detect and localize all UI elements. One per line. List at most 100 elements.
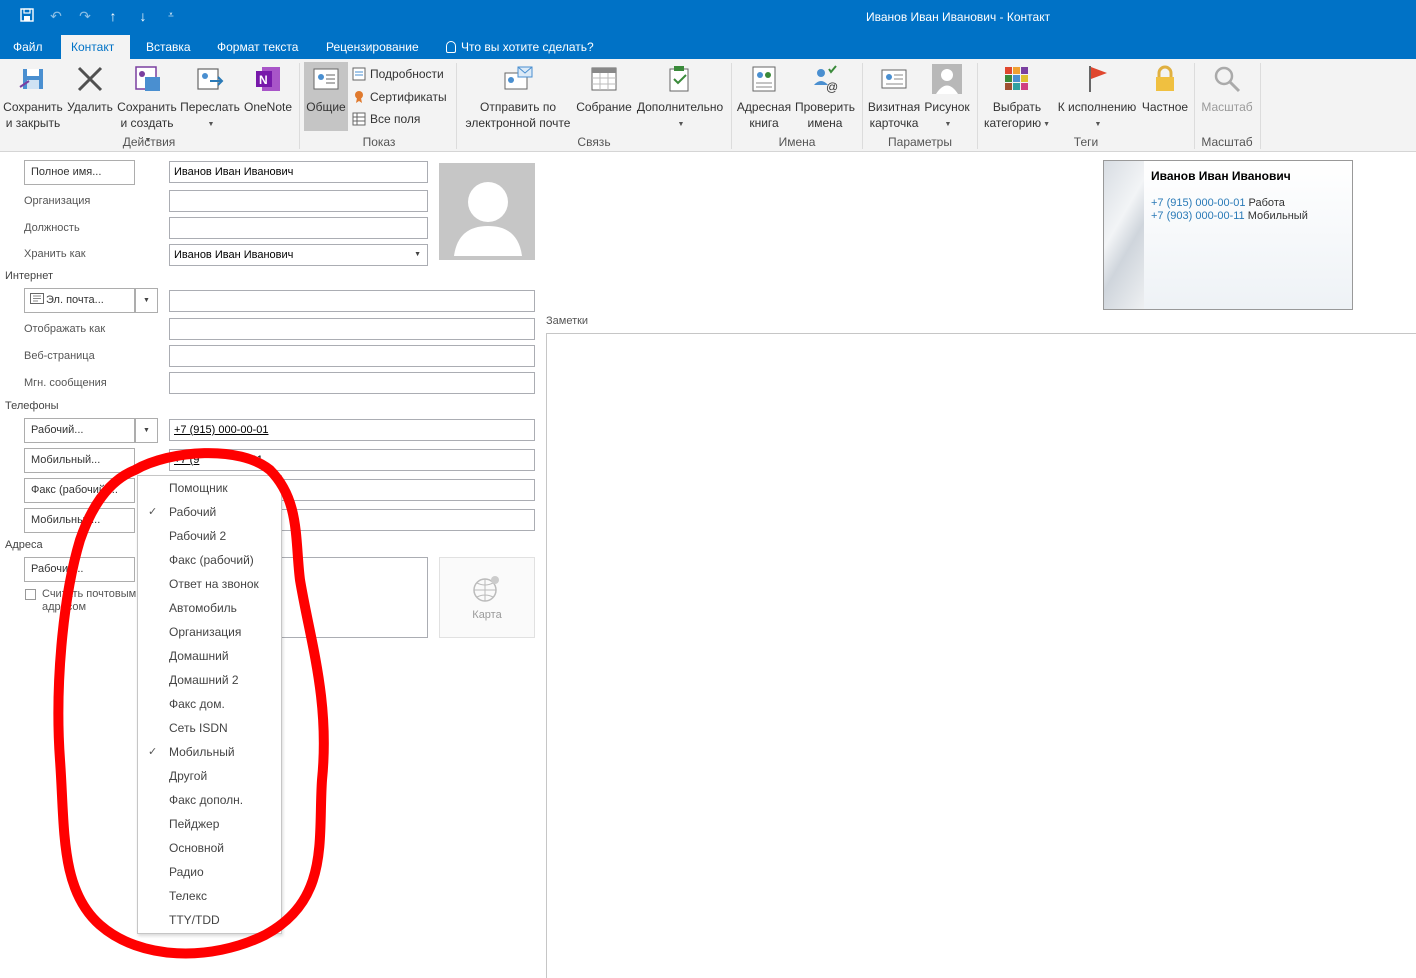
tab-format-text[interactable]: Формат текста [207,35,308,59]
private-label: Частное [1141,100,1189,114]
private-button[interactable]: Частное [1140,63,1190,115]
email-type-dropdown[interactable]: ▼ [135,288,158,313]
menu-item-tty-tdd[interactable]: TTY/TDD [138,908,281,932]
email-field[interactable] [169,290,535,312]
menu-item-business[interactable]: ✓ Рабочий [138,500,281,524]
phone1-type-dropdown[interactable]: ▼ [135,418,158,443]
file-as-select[interactable]: Иванов Иван Иванович ▼ [169,244,428,266]
follow-up-button[interactable]: К исполнению ▼ [1054,63,1140,133]
address-type-button[interactable]: Рабочий... [24,557,135,582]
details-button[interactable]: Подробности [352,64,444,84]
customize-icon[interactable]: ⩡ [162,7,180,25]
check-names-label-1: Проверить [794,100,855,114]
full-name-field[interactable]: Иванов Иван Иванович [169,161,428,183]
job-title-label: Должность [24,222,80,234]
phone1-field[interactable]: +7 (915) 000-00-01 [169,419,535,441]
globe-pin-icon [473,576,499,602]
menu-item-home[interactable]: Домашний [138,644,281,668]
menu-item-label: Факс (рабочий) [169,553,254,567]
web-page-field[interactable] [169,345,535,367]
zoom-button[interactable]: Масштаб [1198,63,1256,115]
menu-item-callback[interactable]: Ответ на звонок [138,572,281,596]
menu-item-other-fax[interactable]: Факс дополн. [138,788,281,812]
menu-item-label: Пейджер [169,817,220,831]
certificates-button[interactable]: Сертификаты [352,87,447,107]
down-arrow-icon[interactable]: ↓ [134,7,152,25]
menu-item-isdn[interactable]: Сеть ISDN [138,716,281,740]
phone1-type-button[interactable]: Рабочий... [24,418,135,443]
menu-item-mobile[interactable]: ✓ Мобильный [138,740,281,764]
chevron-down-icon: ▼ [1094,121,1102,128]
menu-item-car[interactable]: Автомобиль [138,596,281,620]
more-button[interactable]: Дополнительно ▼ [635,63,725,133]
phone3-type-button[interactable]: Факс (рабочий)... [24,478,135,503]
display-as-field[interactable] [169,318,535,340]
delete-button[interactable]: Удалить [66,63,114,115]
picture-button[interactable]: Рисунок ▼ [922,63,972,133]
general-icon [313,68,339,90]
send-email-button[interactable]: Отправить по электронной почте [462,63,574,131]
save-icon[interactable] [18,7,36,25]
title-bar: ↶ ↷ ↑ ↓ ⩡ Иванов Иван Иванович - Контакт [0,0,1416,35]
menu-item-label: Другой [169,769,208,783]
calendar-icon [591,67,617,91]
chevron-down-icon: ▼ [143,297,150,304]
tab-contact[interactable]: Контакт [61,35,130,59]
menu-item-radio[interactable]: Радио [138,860,281,884]
categorize-button[interactable]: Выбрать категорию ▼ [982,63,1052,133]
phones-section: Телефоны [5,400,59,412]
email-type-button[interactable]: Эл. почта... [24,288,135,313]
menu-item-company[interactable]: Организация [138,620,281,644]
undo-icon[interactable]: ↶ [47,7,65,25]
menu-item-telex[interactable]: Телекс [138,884,281,908]
general-button[interactable]: Общие [304,63,348,115]
tell-me-label: Что вы хотите сделать? [461,40,594,54]
map-button[interactable]: Карта [439,557,535,638]
company-label: Организация [24,195,91,207]
business-card-button[interactable]: Визитная карточка [866,63,922,131]
ribbon-tabs: Файл Контакт Вставка Формат текста Рецен… [0,35,1416,59]
chevron-down-icon: ▼ [143,427,150,434]
all-fields-button[interactable]: Все поля [352,109,420,129]
menu-item-home-2[interactable]: Домашний 2 [138,668,281,692]
menu-item-business-2[interactable]: Рабочий 2 [138,524,281,548]
full-name-button[interactable]: Полное имя... [24,160,135,185]
mailing-address-label: Считать почтовым адресом [42,588,136,614]
menu-item-label: Домашний 2 [169,673,239,687]
menu-item-home-fax[interactable]: Факс дом. [138,692,281,716]
tab-review[interactable]: Рецензирование [316,35,429,59]
address-book-button[interactable]: Адресная книга [736,63,792,131]
tab-file[interactable]: Файл [3,35,53,59]
menu-item-label: Рабочий 2 [169,529,227,543]
notes-editor[interactable] [546,333,1416,978]
svg-text:N: N [259,73,268,87]
mailing-address-checkbox[interactable] [25,589,36,600]
menu-item-other[interactable]: Другой [138,764,281,788]
im-label: Мгн. сообщения [24,377,107,389]
menu-item-pager[interactable]: Пейджер [138,812,281,836]
contact-photo[interactable] [439,163,535,260]
categorize-label-2: категорию [983,116,1042,130]
im-field[interactable] [169,372,535,394]
tell-me-box[interactable]: Что вы хотите сделать? [436,35,604,59]
tab-insert[interactable]: Вставка [136,35,201,59]
business-card-preview[interactable]: Иванов Иван Иванович +7 (915) 000-00-01 … [1103,160,1353,310]
forward-button[interactable]: Переслать ▼ [180,63,240,133]
up-arrow-icon[interactable]: ↑ [104,7,122,25]
follow-up-label: К исполнению [1057,100,1137,114]
save-close-button[interactable]: Сохранить и закрыть [3,63,63,131]
redo-icon[interactable]: ↷ [76,7,94,25]
menu-item-business-fax[interactable]: Факс (рабочий) [138,548,281,572]
menu-item-assistant[interactable]: Помощник [138,476,281,500]
chevron-down-icon: ▼ [944,121,952,128]
company-field[interactable] [169,190,428,212]
address-book-icon [752,66,776,92]
phone2-field[interactable]: +7 (9 11 [169,449,535,471]
check-names-button[interactable]: @ Проверить имена [794,63,856,131]
onenote-button[interactable]: N OneNote [242,63,294,115]
phone4-type-button[interactable]: Мобильный... [24,508,135,533]
job-title-field[interactable] [169,217,428,239]
meeting-button[interactable]: Собрание [575,63,633,115]
menu-item-primary[interactable]: Основной [138,836,281,860]
phone2-type-button[interactable]: Мобильный... [24,448,135,473]
